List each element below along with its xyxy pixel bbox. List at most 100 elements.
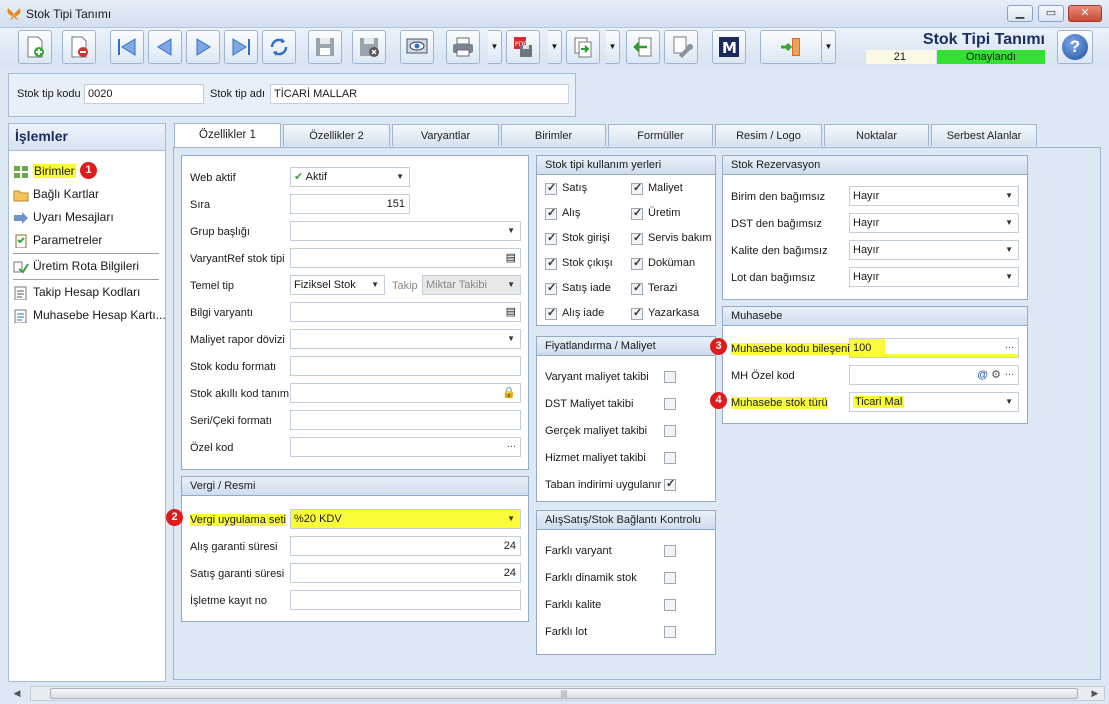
checkbox-3[interactable] xyxy=(664,452,676,464)
tab-serbest-alanlar[interactable]: Serbest Alanlar xyxy=(931,124,1037,146)
sidebar-item-parametreler[interactable]: Parametreler xyxy=(13,230,102,250)
tab-formuller[interactable]: Formüller xyxy=(608,124,713,146)
tab-varyantlar[interactable]: Varyantlar xyxy=(392,124,499,146)
lock-icon[interactable]: 🔒 xyxy=(502,384,516,402)
rezerv-select[interactable]: Hayır ▼ xyxy=(849,267,1019,287)
bilgi-varyanti-label: Bilgi varyantı xyxy=(190,307,253,319)
sira-input[interactable]: 151 xyxy=(290,194,410,214)
grup-basligi-select[interactable]: ▼ xyxy=(290,221,521,241)
sidebar-item-uretim-rota[interactable]: Üretim Rota Bilgileri xyxy=(13,256,139,276)
checkbox-1[interactable] xyxy=(664,398,676,410)
at-icon[interactable]: @ xyxy=(977,366,988,384)
checkbox-1[interactable] xyxy=(631,206,643,220)
bilgi-varyanti-input[interactable]: ▤ xyxy=(290,302,521,322)
lookup-icon[interactable]: ▤ xyxy=(506,249,516,267)
scroll-right-arrow[interactable]: ▶ xyxy=(1086,686,1104,701)
seri-ceki-input[interactable] xyxy=(290,410,521,430)
checkbox-1[interactable] xyxy=(545,206,557,220)
tab-birimler[interactable]: Birimler xyxy=(501,124,606,146)
checkbox-0[interactable] xyxy=(664,545,676,557)
rezerv-select[interactable]: Hayır ▼ xyxy=(849,240,1019,260)
ozel-kod-input[interactable]: ... xyxy=(290,437,521,457)
checkbox-4[interactable] xyxy=(545,281,557,295)
exit-button[interactable] xyxy=(760,30,822,64)
checkbox-2[interactable] xyxy=(664,425,676,437)
stok-tip-adi-input[interactable]: TİCARİ MALLAR xyxy=(270,84,569,104)
checkbox-0[interactable] xyxy=(631,181,643,195)
export-dropdown[interactable]: ▼ xyxy=(548,30,562,64)
import-button[interactable] xyxy=(626,30,660,64)
checkbox-0[interactable] xyxy=(664,371,676,383)
maximize-button[interactable]: ▭ xyxy=(1038,5,1064,22)
sidebar-item-muhasebe-hesap[interactable]: Muhasebe Hesap Kartı... xyxy=(13,305,166,325)
satis-garanti-input[interactable]: 24 xyxy=(290,563,521,583)
muhasebe-bileseni-input[interactable]: 100... xyxy=(849,338,1019,358)
stok-tip-kodu-input[interactable]: 0020 xyxy=(84,84,204,104)
stok-kodu-formati-input[interactable] xyxy=(290,356,521,376)
tab-ozellikler-1[interactable]: Özellikler 1 xyxy=(174,123,281,147)
tools-button[interactable] xyxy=(664,30,698,64)
tab-noktalar[interactable]: Noktalar xyxy=(824,124,929,146)
maliyet-rapor-select[interactable]: ▼ xyxy=(290,329,521,349)
ellipsis-icon[interactable]: ... xyxy=(507,438,516,453)
new-button[interactable] xyxy=(18,30,52,64)
akilli-kod-input[interactable]: 🔒 xyxy=(290,383,521,403)
sidebar-item-uyari-mesajlari[interactable]: Uyarı Mesajları xyxy=(13,207,114,227)
export-pdf-button[interactable]: PDF xyxy=(506,30,540,64)
checkbox-2[interactable] xyxy=(545,231,557,245)
ellipsis-icon[interactable]: ... xyxy=(884,339,1018,354)
tab-resim-logo[interactable]: Resim / Logo xyxy=(715,124,822,146)
checkbox-0[interactable] xyxy=(545,181,557,195)
sidebar-item-bagli-kartlar[interactable]: Bağlı Kartlar xyxy=(13,184,99,204)
print-dropdown[interactable]: ▼ xyxy=(488,30,502,64)
checkbox-5[interactable] xyxy=(545,306,557,320)
isletme-kayit-input[interactable] xyxy=(290,590,521,610)
fiyat-label: Hizmet maliyet takibi xyxy=(545,452,646,464)
print-button[interactable] xyxy=(446,30,480,64)
muhasebe-stok-turu-select[interactable]: Ticari Mal ▼ xyxy=(849,392,1019,412)
last-record-button[interactable] xyxy=(224,30,258,64)
checkbox-3[interactable] xyxy=(545,256,557,270)
mh-ozel-kod-input[interactable]: @ ⚙... xyxy=(849,365,1019,385)
checkbox-4[interactable] xyxy=(664,477,676,491)
copy-button[interactable] xyxy=(566,30,600,64)
exit-dropdown[interactable]: ▼ xyxy=(822,30,836,64)
refresh-button[interactable] xyxy=(262,30,296,64)
rezerv-select[interactable]: Hayır ▼ xyxy=(849,213,1019,233)
rezerv-select[interactable]: Hayır ▼ xyxy=(849,186,1019,206)
checkbox-2[interactable] xyxy=(631,231,643,245)
filter-icon[interactable]: ⚙ xyxy=(991,366,1001,384)
alis-garanti-label: Alış garanti süresi xyxy=(190,541,278,553)
lookup-icon[interactable]: ▤ xyxy=(506,303,516,321)
delete-document-icon xyxy=(71,36,88,58)
preview-button[interactable] xyxy=(400,30,434,64)
copy-dropdown[interactable]: ▼ xyxy=(606,30,620,64)
sidebar-item-takip-hesap[interactable]: Takip Hesap Kodları xyxy=(13,282,140,302)
checkbox-2[interactable] xyxy=(664,599,676,611)
close-button[interactable]: ✕ xyxy=(1068,5,1102,22)
cancel-save-button[interactable] xyxy=(352,30,386,64)
save-button[interactable] xyxy=(308,30,342,64)
tab-ozellikler-2[interactable]: Özellikler 2 xyxy=(283,124,390,146)
checkbox-3[interactable] xyxy=(664,626,676,638)
scrollbar-thumb[interactable]: ||| xyxy=(50,688,1078,699)
delete-button[interactable] xyxy=(62,30,96,64)
sidebar-item-birimler[interactable]: Birimler xyxy=(13,161,76,181)
m-module-button[interactable]: M xyxy=(712,30,746,64)
next-record-button[interactable] xyxy=(186,30,220,64)
temel-tip-select[interactable]: Fiziksel Stok ▼ xyxy=(290,275,385,295)
minimize-button[interactable]: ▁ xyxy=(1007,5,1033,22)
alis-garanti-input[interactable]: 24 xyxy=(290,536,521,556)
ellipsis-icon[interactable]: ... xyxy=(1005,366,1014,381)
web-aktif-select[interactable]: ✔ Aktif ▼ xyxy=(290,167,410,187)
varyantref-input[interactable]: ▤ xyxy=(290,248,521,268)
help-button[interactable]: ? xyxy=(1057,30,1093,64)
previous-record-button[interactable] xyxy=(148,30,182,64)
first-record-button[interactable] xyxy=(110,30,144,64)
vergi-seti-select[interactable]: %20 KDV ▼ xyxy=(290,509,521,529)
checkbox-4[interactable] xyxy=(631,281,643,295)
checkbox-5[interactable] xyxy=(631,306,643,320)
scroll-left-arrow[interactable]: ◀ xyxy=(6,686,28,701)
checkbox-3[interactable] xyxy=(631,256,643,270)
checkbox-1[interactable] xyxy=(664,572,676,584)
